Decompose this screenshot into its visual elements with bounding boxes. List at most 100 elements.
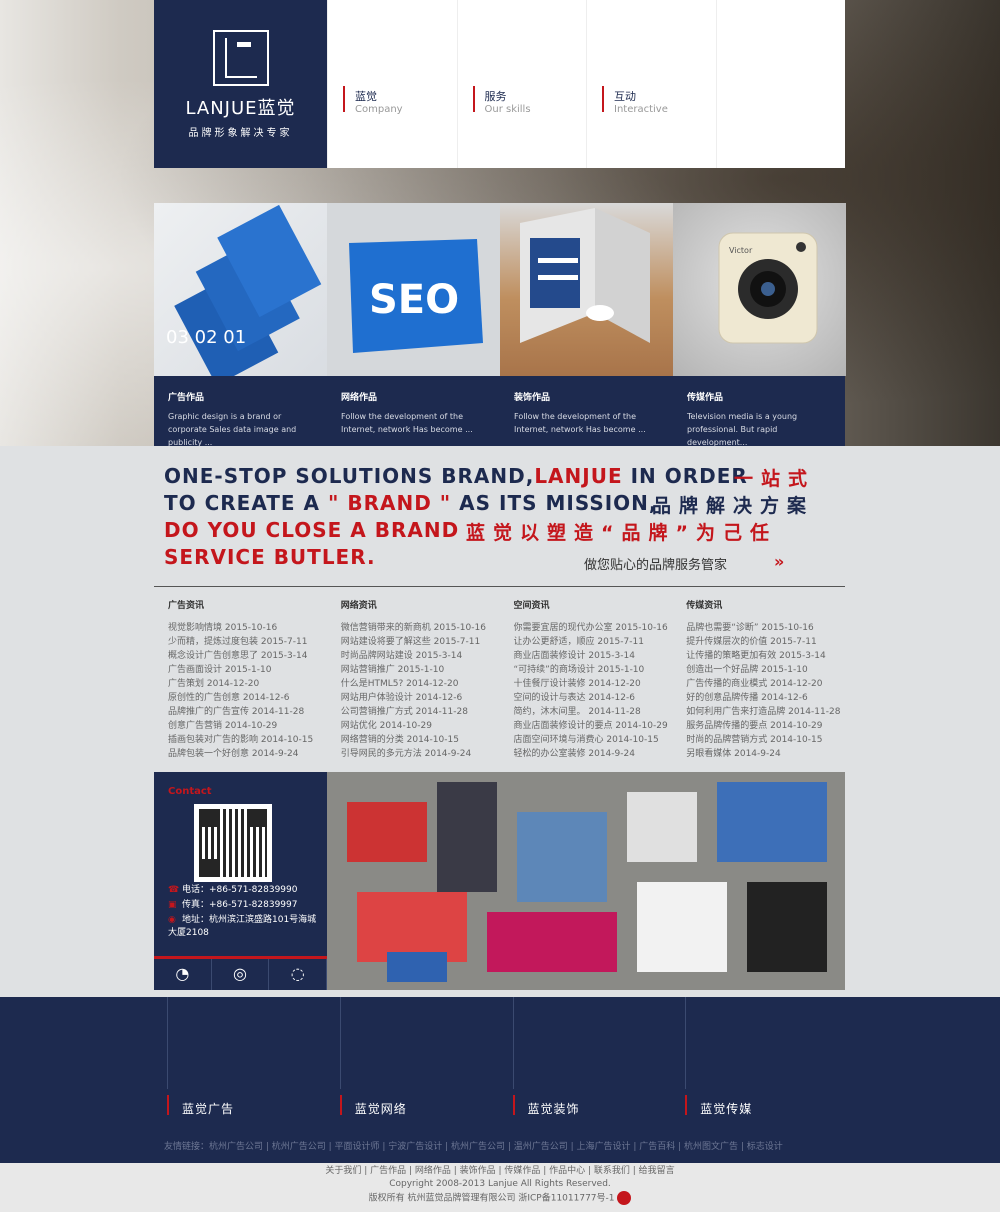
nav-sublabel: Company: [355, 104, 403, 115]
logo-mark-icon: [212, 29, 269, 86]
nav-accent-bar: [472, 86, 475, 112]
news-item[interactable]: 时尚的品牌营销方式 2014-10-15: [686, 733, 845, 747]
police-badge-icon[interactable]: [617, 1191, 632, 1205]
news-column-space: 空间资讯 你需要宜居的现代办公室 2015-10-16 让办公更舒适，顺应 20…: [500, 598, 673, 768]
service-card-decor[interactable]: 装饰作品 Follow the development of the Inter…: [500, 203, 673, 446]
news-item[interactable]: 网站营销推广 2015-1-10: [341, 663, 500, 677]
service-image-seo[interactable]: SEO: [327, 203, 500, 376]
footer-division-name: 蓝觉网络: [354, 1102, 407, 1116]
qq-icon[interactable]: ◔: [154, 959, 212, 990]
nav-item-empty: [715, 0, 846, 168]
news-column-media: 传媒资讯 品牌也需要“诊断” 2015-10-16 提升传媒层次的价值 2015…: [672, 598, 845, 768]
news-item[interactable]: 概念设计广告创意思了 2015-3-14: [168, 649, 327, 663]
social-bar: ◔ ◎ ◌: [154, 956, 328, 990]
weibo-icon[interactable]: ◎: [212, 959, 270, 990]
fax-text: 传真：+86-571-82839997: [182, 900, 298, 910]
service-card-media[interactable]: Victor 传媒作品 Television media is a young …: [673, 203, 846, 447]
news-item[interactable]: 网站用户体验设计 2014-12-6: [341, 691, 500, 705]
news-item[interactable]: 商业店面装修设计的要点 2014-10-29: [514, 719, 673, 733]
news-item[interactable]: 品牌推广的广告宣传 2014-11-28: [168, 705, 327, 719]
news-column-title[interactable]: 空间资讯: [514, 598, 673, 611]
news-item[interactable]: 服务品牌传播的要点 2014-10-29: [686, 719, 845, 733]
footer-nav[interactable]: 关于我们 | 广告作品 | 网络作品 | 装饰作品 | 传媒作品 | 作品中心 …: [0, 1165, 1000, 1178]
news-column-title[interactable]: 网络资讯: [341, 598, 500, 611]
news-item[interactable]: 广告画面设计 2015-1-10: [168, 663, 327, 677]
service-desc: Follow the development of the Internet, …: [341, 412, 473, 434]
friend-links[interactable]: 友情链接：杭州广告公司 | 杭州广告公司 | 平面设计师 | 宁波广告设计 | …: [164, 1139, 783, 1152]
news-item[interactable]: 视觉影响情境 2015-10-16: [168, 621, 327, 635]
contact-section: Contact ☎ 电话：+86-571-82839990 ▣ 传真：+86-571…: [154, 772, 845, 990]
news-item[interactable]: 店面空间环境与消费心 2014-10-15: [514, 733, 673, 747]
phone-text: 电话：+86-571-82839990: [182, 885, 298, 895]
news-column-title[interactable]: 广告资讯: [168, 598, 327, 611]
service-card-web[interactable]: SEO 网络作品 Follow the development of the I…: [327, 203, 500, 446]
news-item[interactable]: 好的创意品牌传播 2014-12-6: [686, 691, 845, 705]
news-item[interactable]: 提升传媒层次的价值 2015-7-11: [686, 635, 845, 649]
footer-division[interactable]: 蓝觉广告: [154, 997, 327, 1117]
nav-accent-bar: [602, 86, 604, 112]
news-item[interactable]: 创意广告营销 2014-10-29: [168, 719, 327, 733]
wechat-icon[interactable]: ◌: [269, 959, 328, 990]
news-item[interactable]: 广告策划 2014-12-20: [168, 677, 327, 691]
footer-divisions: 蓝觉广告 蓝觉网络 蓝觉装饰 蓝觉传媒: [154, 997, 845, 1117]
news-item[interactable]: 你需要宜居的现代办公室 2015-10-16: [514, 621, 673, 635]
news-item[interactable]: 如何利用广告来打造品牌 2014-11-28: [686, 705, 845, 719]
news-item[interactable]: 十佳餐厅设计装修 2014-12-20: [514, 677, 673, 691]
logo[interactable]: LANJUE蓝觉 品牌形象解决专家: [154, 0, 327, 168]
news-item[interactable]: 让办公更舒适，顺应 2015-7-11: [514, 635, 673, 649]
news-item[interactable]: 少而精，提炼过度包装 2015-7-11: [168, 635, 327, 649]
news-item[interactable]: 什么是HTML5? 2014-12-20: [341, 677, 500, 691]
service-title: 装饰作品: [514, 393, 551, 403]
nav-item-interactive[interactable]: 互动 Interactive: [586, 0, 716, 168]
news-item[interactable]: 广告传播的商业模式 2014-12-20: [686, 677, 845, 691]
service-card-ads[interactable]: 03 02 01 广告作品 Graphic design is a brand …: [154, 203, 327, 447]
camera-brand: Victor: [729, 246, 753, 255]
contact-phone: ☎ 电话：+86-571-82839990: [168, 884, 297, 897]
news-item[interactable]: 网站建设将要了解这些 2015-7-11: [341, 635, 500, 649]
news-item[interactable]: “可持续”的商场设计 2015-1-10: [514, 663, 673, 677]
footer-division[interactable]: 蓝觉传媒: [672, 997, 845, 1117]
service-image-camera[interactable]: Victor: [673, 203, 846, 376]
nav-sublabel: Interactive: [614, 104, 668, 115]
news-item[interactable]: 轻松的办公室装修 2014-9-24: [514, 747, 673, 761]
news-item[interactable]: 微信营销带来的新商机 2015-10-16: [341, 621, 500, 635]
news-item[interactable]: 另眼看媒体 2014-9-24: [686, 747, 845, 761]
news-column-title[interactable]: 传媒资讯: [686, 598, 845, 611]
address-text: 地址：杭州滨江滨盛路101号海城大厦2108: [168, 915, 317, 938]
nav-accent-bar: [343, 86, 345, 112]
news-item[interactable]: 原创性的广告创意 2014-12-6: [168, 691, 327, 705]
slogan-text: IN ORDER: [622, 464, 748, 488]
pixel-city-image: [327, 772, 845, 990]
nav-item-skills[interactable]: 服务 Our skills: [456, 0, 587, 168]
news-item[interactable]: 创造出一个好品牌 2015-1-10: [686, 663, 845, 677]
news-item[interactable]: 商业店面装修设计 2015-3-14: [514, 649, 673, 663]
news-item[interactable]: 品牌也需要“诊断” 2015-10-16: [686, 621, 845, 635]
service-image-brochure[interactable]: 03 02 01: [154, 203, 327, 376]
location-icon: ◉: [168, 915, 176, 925]
services-section: 03 02 01 广告作品 Graphic design is a brand …: [154, 203, 846, 447]
icp-line: 版权所有 杭州蓝觉品牌管理有限公司 浙ICP备11011777号-1: [0, 1191, 1000, 1206]
news-item[interactable]: 网站优化 2014-10-29: [341, 719, 500, 733]
slogan-cn-3: 蓝觉以塑造“品牌”为己任: [466, 522, 777, 544]
contact-fax: ▣ 传真：+86-571-82839997: [168, 899, 297, 912]
news-item[interactable]: 简约，沐木间里。 2014-11-28: [514, 705, 673, 719]
news-item[interactable]: 插画包装对广告的影响 2014-10-15: [168, 733, 327, 747]
news-item[interactable]: 公司营销推广方式 2014-11-28: [341, 705, 500, 719]
icp-text: 版权所有 杭州蓝觉品牌管理有限公司 浙ICP备11011777号-1: [368, 1193, 615, 1204]
news-item[interactable]: 让传播的策略更加有效 2015-3-14: [686, 649, 845, 663]
service-title: 广告作品: [168, 393, 205, 403]
double-arrow-icon[interactable]: »: [774, 552, 784, 571]
nav-item-company[interactable]: 蓝觉 Company: [327, 0, 457, 168]
service-image-room[interactable]: [500, 203, 673, 376]
footer-division[interactable]: 蓝觉网络: [327, 997, 500, 1117]
slogan-line-4: SERVICE BUTLER.: [164, 545, 376, 569]
news-item[interactable]: 空间的设计与表达 2014-12-6: [514, 691, 673, 705]
news-item[interactable]: 时尚品牌网站建设 2015-3-14: [341, 649, 500, 663]
news-item[interactable]: 引导网民的多元方法 2014-9-24: [341, 747, 500, 761]
news-item[interactable]: 品牌包装一个好创意 2014-9-24: [168, 747, 327, 761]
news-item[interactable]: 网络营销的分类 2014-10-15: [341, 733, 500, 747]
copyright: Copyright 2008-2013 Lanjue All Rights Re…: [389, 1179, 611, 1189]
contact-address: ◉ 地址：杭州滨江滨盛路101号海城大厦2108: [168, 914, 318, 940]
footer-division[interactable]: 蓝觉装饰: [500, 997, 673, 1117]
brochure-illustration: 03 02 01: [166, 204, 322, 376]
